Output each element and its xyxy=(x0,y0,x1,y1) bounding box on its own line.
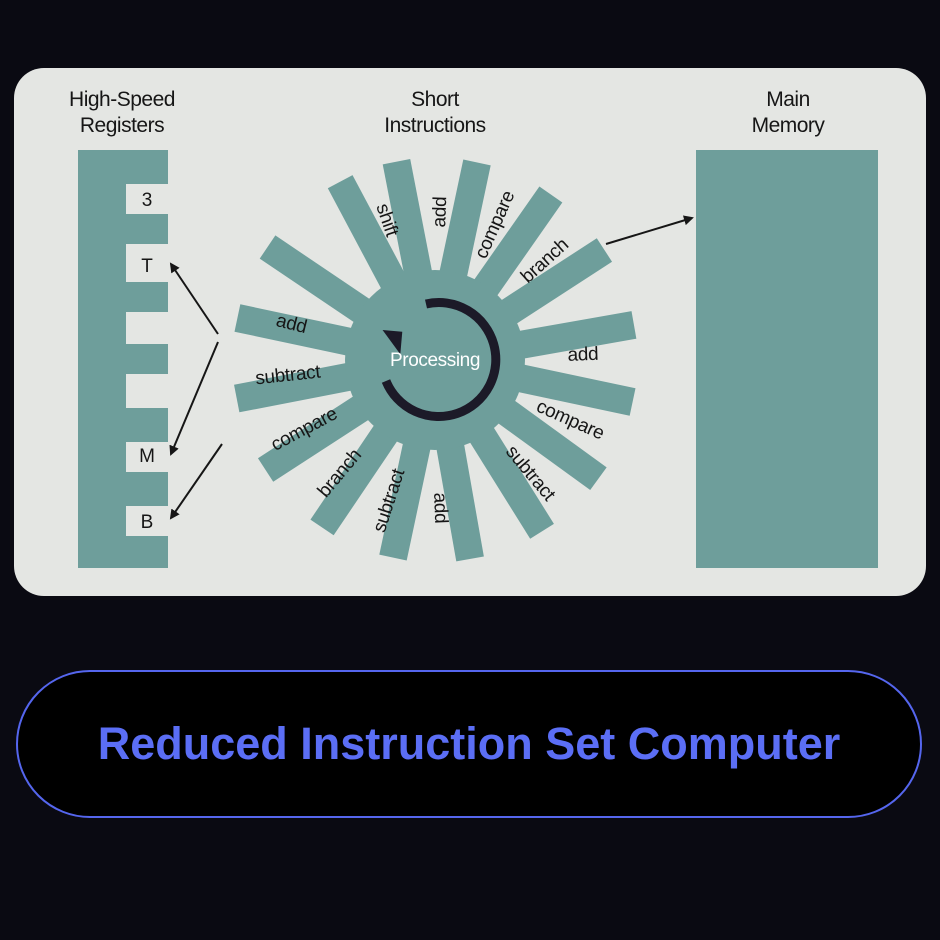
registers-header-line2: Registers xyxy=(80,114,164,137)
risc-diagram: High-Speed Registers Short Instructions … xyxy=(69,88,878,568)
memory-header-line2: Memory xyxy=(752,114,826,137)
register-label: B xyxy=(141,512,154,533)
processing-label: Processing xyxy=(390,350,480,371)
instructions-header-line1: Short xyxy=(411,88,459,111)
memory-header-line1: Main xyxy=(766,88,810,111)
arrow-subtract-to-M xyxy=(169,341,219,456)
arrow-compare-to-B xyxy=(169,443,223,520)
spoke-label-add: add xyxy=(429,492,451,524)
instructions-header-line2: Instructions xyxy=(384,114,485,137)
banner-title: Reduced Instruction Set Computer xyxy=(97,718,841,769)
register-label: T xyxy=(141,256,153,277)
registers-bar xyxy=(78,150,168,568)
arrow-subtract-to-T xyxy=(169,262,219,335)
spoke-label-add: add xyxy=(567,344,599,366)
diagram-card: High-Speed Registers Short Instructions … xyxy=(14,68,926,596)
arrow-branch-to-memory xyxy=(605,215,694,245)
register-label: M xyxy=(139,446,155,467)
main-memory-block xyxy=(696,150,878,568)
register-label: 3 xyxy=(142,190,153,211)
spoke-label-add: add xyxy=(429,196,451,228)
title-banner: Reduced Instruction Set Computer xyxy=(16,670,922,818)
registers-header-line1: High-Speed xyxy=(69,88,175,111)
